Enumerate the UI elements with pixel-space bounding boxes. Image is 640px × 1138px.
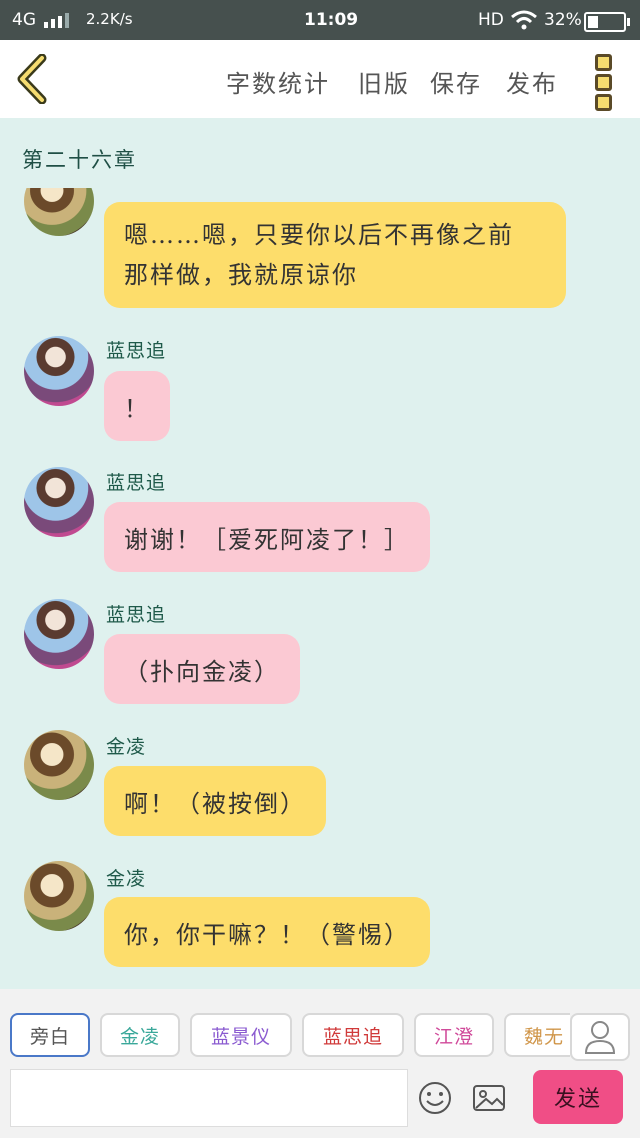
battery-icon — [584, 12, 630, 32]
chat-area[interactable]: 第二十六章 嗯……嗯，只要你以后不再像之前 那样做，我就原谅你 蓝思追 ！ 蓝思… — [0, 118, 640, 989]
message-text: 谢谢！［爱死阿凌了！］ — [124, 525, 410, 554]
back-button[interactable] — [14, 53, 54, 105]
user-icon — [584, 1021, 616, 1054]
more-icon — [595, 54, 612, 71]
message-text: 你，你干嘛？！（警惕） — [124, 920, 410, 949]
chapter-title: 第二十六章 — [22, 148, 137, 172]
send-button[interactable]: 发送 — [533, 1070, 623, 1124]
avatar[interactable] — [24, 861, 94, 931]
message-bubble[interactable]: ！ — [104, 371, 170, 441]
avatar[interactable] — [24, 599, 94, 669]
wifi-icon — [511, 10, 537, 30]
more-button[interactable] — [595, 54, 615, 111]
speaker-name: 蓝思追 — [106, 340, 167, 362]
speaker-name: 蓝思追 — [106, 472, 167, 494]
character-chip[interactable]: 蓝景仪 — [190, 1013, 292, 1057]
character-label: 蓝思追 — [322, 1025, 383, 1048]
add-character-button[interactable] — [570, 1013, 630, 1061]
message-bubble[interactable]: （扑向金凌） — [104, 634, 300, 704]
message-input[interactable] — [10, 1069, 408, 1127]
character-label: 金凌 — [119, 1025, 160, 1048]
character-selector[interactable]: 旁白 金凌 蓝景仪 蓝思追 江澄 魏无 — [0, 1013, 570, 1061]
message-bubble[interactable]: 你，你干嘛？！（警惕） — [104, 897, 430, 967]
emoji-button[interactable] — [418, 1081, 452, 1115]
message-text: （扑向金凌） — [124, 657, 280, 686]
image-icon — [473, 1085, 505, 1111]
character-chip[interactable]: 蓝思追 — [302, 1013, 404, 1057]
message-bubble[interactable]: 谢谢！［爱死阿凌了！］ — [104, 502, 430, 572]
character-label: 旁白 — [29, 1025, 70, 1048]
battery-fill — [588, 16, 598, 28]
message-bubble[interactable]: 啊！（被按倒） — [104, 766, 326, 836]
clock: 11:09 — [304, 10, 359, 30]
image-button[interactable] — [472, 1081, 506, 1115]
character-chip[interactable]: 金凌 — [100, 1013, 180, 1057]
composer: 旁白 金凌 蓝景仪 蓝思追 江澄 魏无 发送 — [0, 989, 640, 1138]
character-label: 魏无 — [523, 1025, 564, 1048]
message-text: ！ — [124, 394, 150, 423]
more-icon-dot — [595, 94, 612, 111]
battery-cap — [627, 18, 630, 26]
speaker-name: 金凌 — [106, 868, 147, 890]
emoji-icon — [419, 1082, 451, 1114]
avatar[interactable] — [24, 730, 94, 800]
speaker-name: 金凌 — [106, 736, 147, 758]
network-label: 4G — [12, 10, 36, 30]
signal-icon — [44, 13, 69, 28]
message-text: 嗯……嗯，只要你以后不再像之前 — [124, 221, 514, 249]
character-label: 蓝景仪 — [210, 1025, 271, 1048]
back-icon — [17, 53, 47, 105]
message-text: 啊！（被按倒） — [124, 789, 306, 818]
more-icon-dot — [595, 74, 612, 91]
editor-header: 字数统计 旧版 保存 发布 — [0, 40, 640, 118]
hd-label: HD — [478, 10, 504, 30]
character-chip[interactable]: 江澄 — [414, 1013, 494, 1057]
battery-percent: 32% — [544, 10, 582, 30]
avatar[interactable] — [24, 188, 94, 236]
publish-button[interactable]: 发布 — [506, 64, 558, 99]
avatar[interactable] — [24, 467, 94, 537]
character-chip[interactable]: 魏无 — [504, 1013, 570, 1057]
character-label: 江澄 — [433, 1025, 474, 1048]
character-chip[interactable]: 旁白 — [10, 1013, 90, 1057]
old-version-button[interactable]: 旧版 — [358, 64, 410, 99]
status-bar: 4G 2.2K/s 11:09 HD 32% — [0, 0, 640, 40]
message-text: 那样做，我就原谅你 — [124, 261, 358, 289]
message-bubble[interactable]: 嗯……嗯，只要你以后不再像之前 那样做，我就原谅你 — [104, 202, 566, 308]
speaker-name: 蓝思追 — [106, 604, 167, 626]
word-count-button[interactable]: 字数统计 — [226, 64, 330, 99]
network-speed: 2.2K/s — [86, 10, 133, 28]
avatar[interactable] — [24, 336, 94, 406]
save-button[interactable]: 保存 — [430, 64, 482, 99]
